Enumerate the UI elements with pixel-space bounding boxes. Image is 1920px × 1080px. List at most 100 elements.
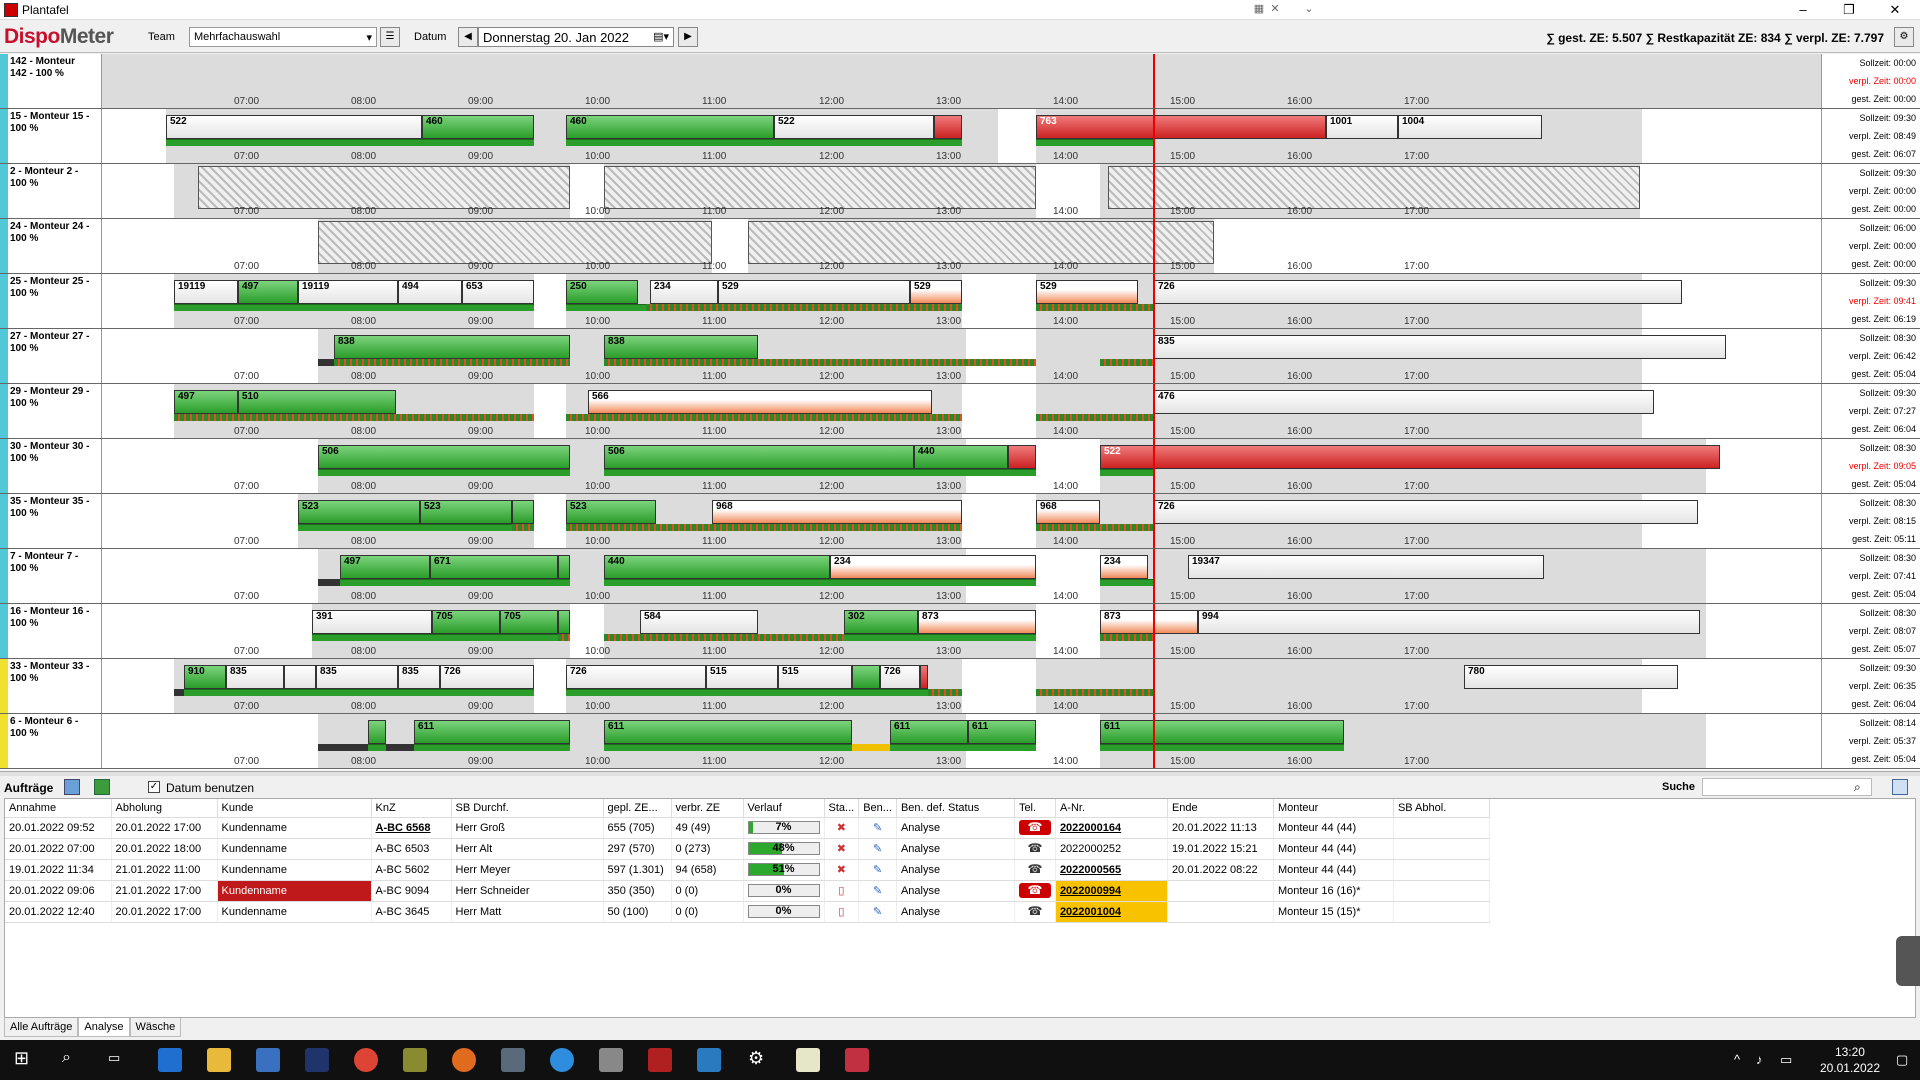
edit-icon[interactable]: ✎ — [858, 880, 897, 902]
order-bar[interactable]: 460 — [422, 115, 534, 139]
side-panel-handle[interactable] — [1896, 936, 1920, 986]
order-bar[interactable]: 726 — [1154, 500, 1698, 524]
order-bar[interactable]: 494 — [398, 280, 462, 304]
order-bar[interactable]: 835 — [316, 665, 398, 689]
app-icon[interactable] — [648, 1048, 672, 1072]
column-header[interactable]: Tel. — [1014, 799, 1056, 818]
settings-icon[interactable]: ⚙ — [1894, 27, 1914, 47]
order-bar[interactable]: 510 — [238, 390, 396, 414]
order-bar[interactable]: 611 — [1100, 720, 1344, 744]
edge-icon[interactable] — [158, 1048, 182, 1072]
order-bar[interactable]: 440 — [914, 445, 1008, 469]
order-bar[interactable]: 440 — [604, 555, 830, 579]
column-header[interactable]: Monteur — [1273, 799, 1394, 818]
monteur-lane[interactable]: 2 - Monteur 2 -100 % 07:00 08:00 09:00 10:00… — [0, 164, 1920, 219]
monteur-lane[interactable]: 16 - Monteur 16 -100 % 391 705 705 584 302 873… — [0, 604, 1920, 659]
order-bar[interactable]: 234 — [1100, 555, 1148, 579]
column-header[interactable]: A-Nr. — [1055, 799, 1168, 818]
table-row[interactable]: 20.01.2022 07:00 20.01.2022 18:00 Kundenna… — [5, 838, 1490, 860]
chrome-icon[interactable] — [354, 1048, 378, 1072]
monteur-lane[interactable]: 15 - Monteur 15 -100 % 522 460 460 522 763 100… — [0, 109, 1920, 164]
column-header[interactable]: Ben. def. Status — [896, 799, 1015, 818]
phone-icon[interactable]: ☎ — [1019, 862, 1051, 877]
order-bar[interactable] — [558, 610, 570, 634]
order-bar[interactable]: 523 — [298, 500, 420, 524]
order-bar[interactable] — [934, 115, 962, 139]
absence-block[interactable] — [318, 221, 712, 264]
task-view-icon[interactable]: ▭ — [108, 1050, 120, 1066]
order-bar[interactable]: 19347 — [1188, 555, 1544, 579]
column-header[interactable]: Verlauf — [743, 799, 825, 818]
tab-alle-aufträge[interactable]: Alle Aufträge — [4, 1018, 79, 1037]
powershell-icon[interactable] — [305, 1048, 329, 1072]
phone-icon[interactable]: ☎ — [1019, 904, 1051, 919]
order-bar[interactable]: 726 — [880, 665, 920, 689]
order-bar[interactable]: 250 — [566, 280, 638, 304]
team-select[interactable]: Mehrfachauswahl ▾ — [189, 27, 377, 47]
table-row[interactable]: 20.01.2022 09:06 21.01.2022 17:00 Kundenna… — [5, 880, 1490, 902]
column-header[interactable]: gepl. ZE... — [603, 799, 672, 818]
order-bar[interactable]: 523 — [420, 500, 512, 524]
absence-block[interactable] — [198, 166, 570, 209]
order-bar[interactable]: 910 — [184, 665, 226, 689]
explorer-icon[interactable] — [207, 1048, 231, 1072]
absence-block[interactable] — [604, 166, 1036, 209]
monteur-lane[interactable]: 35 - Monteur 35 -100 % 523 523 523 968 968 726… — [0, 494, 1920, 549]
next-day-button[interactable]: ▶ — [678, 27, 698, 47]
firefox-icon[interactable] — [452, 1048, 476, 1072]
order-bar[interactable] — [512, 500, 534, 524]
phone-icon[interactable]: ☎ — [1019, 841, 1051, 856]
teamviewer-icon[interactable] — [550, 1048, 574, 1072]
order-bar[interactable]: 566 — [588, 390, 932, 414]
edit-icon[interactable]: ✎ — [858, 838, 897, 860]
order-bar[interactable]: 522 — [1100, 445, 1720, 469]
app-icon[interactable] — [256, 1048, 280, 1072]
maximize-button[interactable]: ❐ — [1826, 0, 1872, 20]
tab-analyse[interactable]: Analyse — [78, 1018, 130, 1037]
order-bar[interactable]: 529 — [1036, 280, 1138, 304]
order-bar[interactable] — [920, 665, 928, 689]
column-header[interactable]: KnZ — [371, 799, 452, 818]
order-bar[interactable] — [558, 555, 570, 579]
order-bar[interactable]: 234 — [650, 280, 718, 304]
close-button[interactable]: ✕ — [1872, 0, 1918, 20]
order-bar[interactable]: 522 — [166, 115, 422, 139]
chevron-up-icon[interactable]: ^ — [1734, 1052, 1740, 1067]
order-bar[interactable]: 611 — [890, 720, 968, 744]
notification-icon[interactable]: ▢ — [1896, 1052, 1908, 1068]
order-bar[interactable] — [368, 720, 386, 744]
edit-icon[interactable]: ✎ — [858, 901, 897, 923]
monteur-lane[interactable]: 7 - Monteur 7 -100 % 497 671 440 234 234 19347… — [0, 549, 1920, 604]
search-icon[interactable]: ⌕ — [62, 1049, 71, 1067]
app-icon[interactable] — [501, 1048, 525, 1072]
monteur-lane[interactable]: 33 - Monteur 33 -100 % 910 835 835 835 726 726… — [0, 659, 1920, 714]
monteur-lane[interactable]: 27 - Monteur 27 -100 % 838 838 835 07:00 08:0… — [0, 329, 1920, 384]
order-bar[interactable]: 968 — [1036, 500, 1100, 524]
column-header[interactable]: Ende — [1167, 799, 1274, 818]
column-header[interactable]: Sta... — [824, 799, 860, 818]
order-bar[interactable]: 522 — [774, 115, 934, 139]
order-bar[interactable]: 476 — [1154, 390, 1654, 414]
order-bar[interactable]: 529 — [718, 280, 910, 304]
table-row[interactable]: 20.01.2022 09:52 20.01.2022 17:00 Kundenna… — [5, 817, 1490, 839]
order-bar[interactable]: 497 — [340, 555, 430, 579]
order-bar[interactable]: 726 — [566, 665, 706, 689]
order-bar[interactable]: 653 — [462, 280, 534, 304]
chevron-down-icon[interactable]: ⌄ — [1302, 2, 1316, 16]
edit-icon[interactable]: ✎ — [858, 817, 897, 839]
order-bar[interactable]: 515 — [706, 665, 778, 689]
order-bar[interactable]: 968 — [712, 500, 962, 524]
app-icon[interactable] — [403, 1048, 427, 1072]
monteur-lane[interactable]: 29 - Monteur 29 -100 % 497 510 566 476 07:00 0… — [0, 384, 1920, 439]
order-bar[interactable] — [852, 665, 880, 689]
windows-start-icon[interactable]: ⊞ — [14, 1048, 29, 1069]
tab-wäsche[interactable]: Wäsche — [129, 1018, 182, 1037]
column-header[interactable]: Annahme — [5, 799, 112, 818]
order-bar[interactable]: 994 — [1198, 610, 1700, 634]
order-bar[interactable] — [1008, 445, 1036, 469]
order-bar[interactable] — [284, 665, 316, 689]
order-bar[interactable]: 726 — [440, 665, 534, 689]
order-bar[interactable]: 611 — [968, 720, 1036, 744]
network-icon[interactable]: ▭ — [1780, 1052, 1792, 1068]
order-bar[interactable]: 835 — [398, 665, 440, 689]
